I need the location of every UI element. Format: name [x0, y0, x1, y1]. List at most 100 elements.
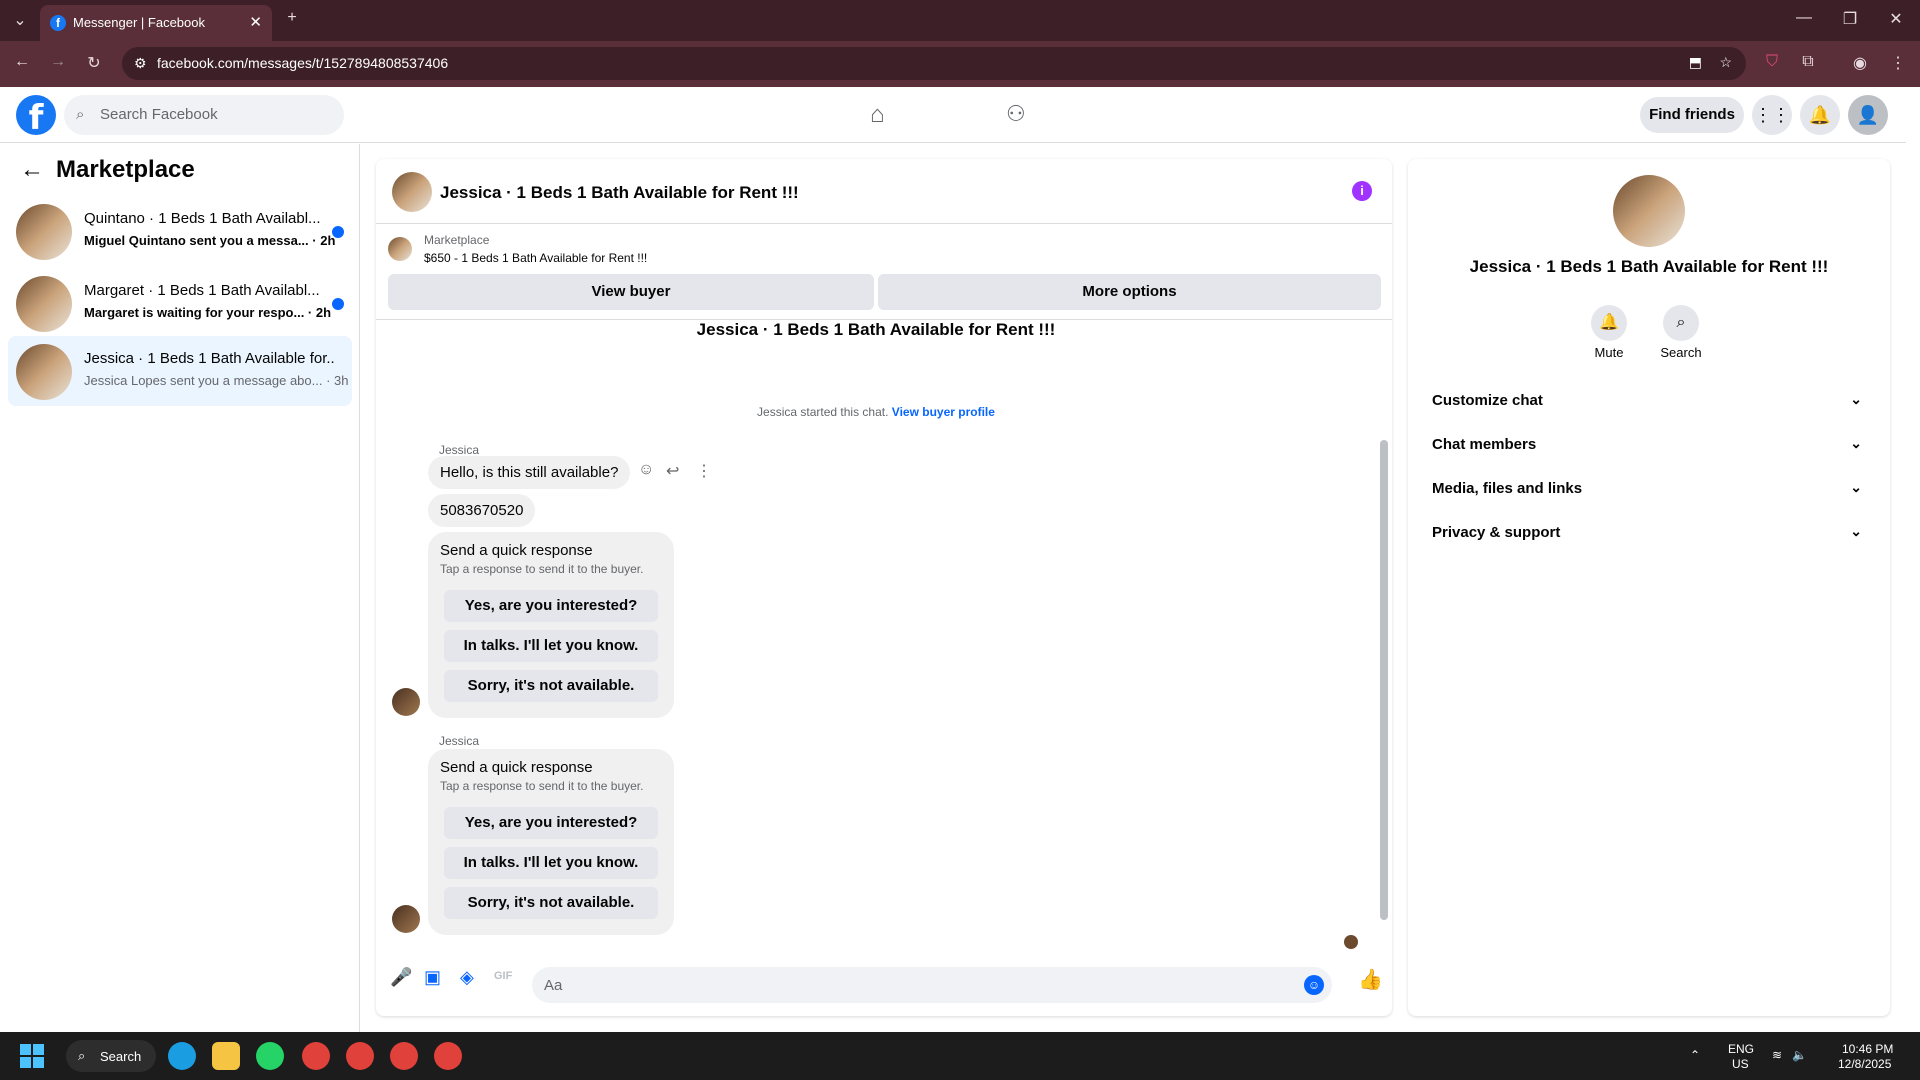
chrome-icon[interactable] [346, 1042, 374, 1070]
chevron-down-icon: ⌄ [1850, 435, 1862, 451]
message-bubble[interactable]: 5083670520 [428, 494, 536, 527]
more-options-button[interactable]: More options [878, 274, 1381, 310]
unread-dot [332, 298, 344, 310]
url-text: facebook.com/messages/t/1527894808537406 [157, 55, 449, 71]
wifi-icon[interactable]: ≋ [1772, 1048, 1782, 1062]
clock-date[interactable]: 12/8/2025 [1838, 1057, 1891, 1071]
info-icon[interactable]: i [1352, 181, 1372, 201]
chat-avatar[interactable] [392, 172, 432, 212]
clock-time[interactable]: 10:46 PM [1842, 1042, 1893, 1056]
message-more-icon[interactable]: ⋮ [696, 461, 712, 481]
file-explorer-icon[interactable] [212, 1042, 240, 1070]
seen-avatar [1344, 935, 1358, 949]
facebook-search-input[interactable]: ⌕ Search Facebook [64, 95, 344, 135]
browser-tab[interactable]: f Messenger | Facebook ✕ [40, 5, 272, 41]
thumbs-up-icon[interactable]: 👍 [1358, 967, 1383, 992]
new-tab-icon[interactable]: + [284, 9, 300, 27]
media-files-links-row[interactable]: Media, files and links ⌄ [1424, 471, 1874, 507]
windows-start-icon[interactable] [20, 1044, 44, 1068]
back-icon[interactable]: ← [12, 53, 32, 71]
chat-title[interactable]: Jessica · 1 Beds 1 Bath Available for Re… [440, 183, 799, 203]
chevron-down-icon: ⌄ [1850, 391, 1862, 407]
message-bubble[interactable]: Hello, is this still available? [428, 456, 631, 489]
customize-chat-row[interactable]: Customize chat ⌄ [1424, 383, 1874, 419]
chat-started-notice: Jessica started this chat. View buyer pr… [376, 405, 1376, 419]
conversation-item[interactable]: Quintano · 1 Beds 1 Bath Availabl... Mig… [8, 196, 352, 266]
conversation-avatar [16, 276, 72, 332]
language-region: US [1732, 1057, 1749, 1071]
message-thread: Jessica · 1 Beds 1 Bath Available for Re… [376, 319, 1392, 949]
quick-response-subheading: Tap a response to send it to the buyer. [440, 562, 644, 576]
quick-response-option[interactable]: Sorry, it's not available. [444, 670, 658, 702]
taskbar-search[interactable]: ⌕ Search [66, 1040, 156, 1072]
language-indicator[interactable]: ENG [1728, 1042, 1754, 1056]
site-info-icon[interactable]: ⚙ [134, 55, 147, 72]
forward-icon[interactable]: → [48, 53, 68, 71]
maximize-icon[interactable]: ❐ [1840, 9, 1860, 29]
install-app-icon[interactable]: ⬒ [1689, 54, 1702, 71]
account-avatar[interactable]: 👤 [1848, 95, 1888, 135]
minimize-icon[interactable]: — [1794, 9, 1814, 27]
conversation-item[interactable]: Margaret · 1 Beds 1 Bath Availabl... Mar… [8, 268, 352, 338]
chat-members-row[interactable]: Chat members ⌄ [1424, 427, 1874, 463]
conversation-avatar [16, 344, 72, 400]
whatsapp-icon[interactable] [256, 1042, 284, 1070]
facebook-logo-icon[interactable]: f [16, 95, 56, 138]
extensions-puzzle-icon[interactable]: ⧉ [1798, 53, 1818, 71]
quick-response-option[interactable]: Yes, are you interested? [444, 807, 658, 839]
chrome-icon[interactable] [390, 1042, 418, 1070]
react-emoji-icon[interactable]: ☺ [638, 461, 654, 479]
mute-bell-icon[interactable]: 🔔 [1591, 305, 1627, 341]
menu-grid-icon[interactable]: ⋮⋮ [1752, 95, 1792, 135]
photo-icon[interactable]: ▣ [424, 967, 441, 988]
marketplace-title: Marketplace [56, 156, 195, 183]
extension-shield-icon[interactable]: ⛉ [1762, 53, 1782, 71]
chevron-down-icon: ⌄ [1850, 479, 1862, 495]
message-input[interactable]: Aa ☺ [532, 967, 1332, 1003]
reply-icon[interactable]: ↩ [666, 461, 679, 481]
conversation-avatar [16, 204, 72, 260]
conversation-title: Jessica · 1 Beds 1 Bath Available for... [84, 350, 334, 367]
reload-icon[interactable]: ↻ [84, 53, 104, 73]
quick-response-option[interactable]: Yes, are you interested? [444, 590, 658, 622]
quick-response-option[interactable]: In talks. I'll let you know. [444, 630, 658, 662]
view-buyer-profile-link[interactable]: View buyer profile [892, 405, 995, 419]
notifications-bell-icon[interactable]: 🔔 [1800, 95, 1840, 135]
emoji-icon[interactable]: ☺ [1304, 975, 1324, 995]
home-icon[interactable]: ⌂ [870, 101, 885, 129]
taskbar-search-label: Search [100, 1049, 142, 1064]
view-buyer-button[interactable]: View buyer [388, 274, 874, 310]
quick-response-option[interactable]: In talks. I'll let you know. [444, 847, 658, 879]
bookmark-star-icon[interactable]: ☆ [1719, 54, 1732, 71]
browser-menu-icon[interactable]: ⋮ [1888, 53, 1908, 73]
sticker-icon[interactable]: ◈ [460, 967, 474, 988]
sender-avatar[interactable] [392, 688, 420, 716]
show-hidden-icons-icon[interactable]: ⌃ [1690, 1048, 1700, 1062]
thread-scrollbar[interactable] [1380, 440, 1388, 920]
find-friends-button[interactable]: Find friends [1640, 97, 1744, 133]
profile-icon[interactable]: ◉ [1850, 53, 1870, 73]
tab-list-icon[interactable]: ⌄ [10, 10, 30, 30]
search-label: Search [1660, 345, 1702, 360]
close-tab-icon[interactable]: ✕ [249, 13, 262, 31]
privacy-support-row[interactable]: Privacy & support ⌄ [1424, 515, 1874, 551]
quick-response-subheading: Tap a response to send it to the buyer. [440, 779, 644, 793]
gif-icon[interactable]: GIF [494, 970, 512, 982]
quick-response-option[interactable]: Sorry, it's not available. [444, 887, 658, 919]
chat-panel: Jessica · 1 Beds 1 Bath Available for Re… [376, 159, 1392, 1016]
url-field[interactable]: ⚙ facebook.com/messages/t/15278948085374… [122, 47, 1746, 80]
microphone-icon[interactable]: 🎤 [390, 967, 412, 988]
back-arrow-icon[interactable]: ← [20, 156, 44, 184]
listing-avatar [1613, 175, 1685, 247]
search-icon: ⌕ [76, 106, 85, 123]
conversation-item-active[interactable]: Jessica · 1 Beds 1 Bath Available for...… [8, 336, 352, 406]
sender-avatar[interactable] [392, 905, 420, 933]
friends-icon[interactable]: ⚇ [1006, 101, 1026, 127]
edge-icon[interactable] [168, 1042, 196, 1070]
facebook-header: f ⌕ Search Facebook ⌂ ⚇ Find friends ⋮⋮ … [0, 87, 1906, 143]
volume-icon[interactable]: 🔈 [1792, 1048, 1807, 1062]
chrome-icon[interactable] [434, 1042, 462, 1070]
search-conversation-icon[interactable]: ⌕ [1663, 305, 1699, 341]
close-window-icon[interactable]: ✕ [1886, 9, 1906, 29]
chrome-icon[interactable] [302, 1042, 330, 1070]
